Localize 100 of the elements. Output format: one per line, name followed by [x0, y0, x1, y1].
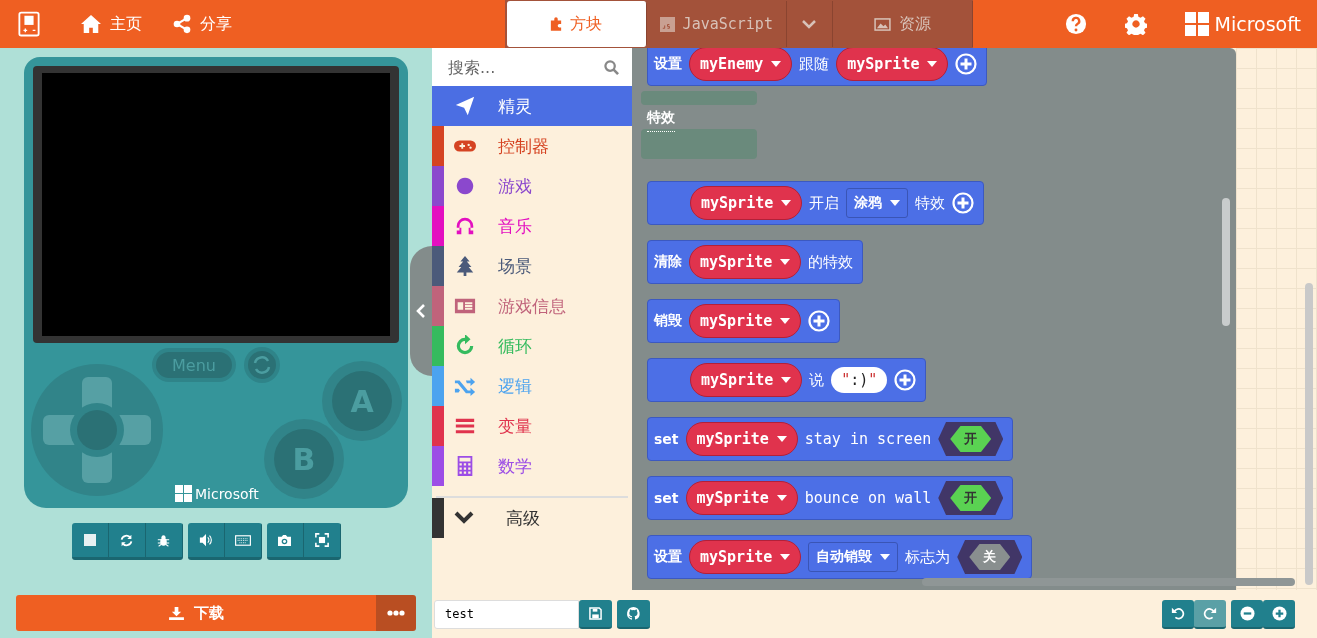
caret-icon [780, 554, 791, 560]
share-icon [172, 14, 192, 34]
brand-name: Microsoft [195, 486, 259, 502]
project-name-field[interactable]: test [434, 599, 579, 629]
block-label: 开启 [809, 193, 840, 213]
variable-dropdown[interactable]: mySprite [836, 48, 949, 81]
code-block[interactable]: 清除 mySprite 的特效 [647, 240, 864, 284]
code-block[interactable]: mySprite 开启 涂鸦 特效 [647, 181, 985, 225]
more-icon [387, 610, 405, 616]
block-label: 特效 [915, 193, 946, 213]
category-item[interactable]: 精灵 [432, 86, 632, 126]
code-block[interactable]: set mySprite stay in screen 开 [647, 417, 1014, 461]
scrollbar-thumb[interactable] [1222, 198, 1230, 326]
variable-dropdown[interactable]: mySprite [689, 540, 802, 574]
add-icon[interactable] [952, 192, 975, 214]
variable-dropdown[interactable]: mySprite [685, 481, 798, 515]
caret-icon [771, 61, 782, 67]
block-label: stay in screen [804, 430, 932, 448]
headphones-icon [454, 215, 476, 237]
block-label: 说 [809, 370, 825, 390]
stop-button[interactable] [71, 523, 109, 557]
block-label: set [654, 431, 679, 447]
block-label: 跟随 [799, 54, 830, 74]
code-block[interactable]: mySprite 说 ":)" [647, 358, 927, 402]
editor-tab[interactable]: JavaScript [646, 1, 787, 47]
variable-dropdown[interactable]: mySprite [685, 422, 798, 456]
toggle-switch[interactable]: 关 [957, 540, 1023, 574]
github-icon [626, 605, 641, 621]
fullscreen-button[interactable] [303, 523, 341, 557]
restart-button[interactable] [244, 347, 280, 383]
save-button[interactable] [579, 599, 612, 629]
variable-dropdown[interactable]: myEnemy [689, 48, 793, 81]
image-icon [873, 17, 891, 31]
nav-link[interactable]: 主页 [80, 13, 142, 35]
undo-button[interactable] [1162, 599, 1194, 629]
scrollbar-thumb[interactable] [922, 578, 1295, 586]
keyboard-icon [234, 534, 251, 546]
add-icon[interactable] [894, 369, 917, 391]
block-label: 设置 [654, 548, 682, 566]
caret-icon [780, 318, 791, 324]
search-field[interactable]: 搜索... [432, 48, 632, 86]
plane-icon [454, 95, 476, 117]
section-heading: 特效 [647, 109, 675, 132]
collapse-handle[interactable] [410, 246, 432, 376]
caret-icon [880, 554, 891, 560]
caret-icon [776, 436, 787, 442]
more-button[interactable] [376, 595, 416, 631]
plus-circle-icon [1271, 605, 1287, 621]
caret-icon [927, 61, 938, 67]
windows-logo-icon [175, 485, 192, 502]
toggle-switch[interactable]: 开 [938, 422, 1004, 456]
caret-icon [781, 200, 792, 206]
redo-button[interactable] [1194, 599, 1226, 629]
restart-button[interactable] [108, 523, 146, 557]
variable-dropdown[interactable]: mySprite [689, 304, 802, 338]
add-icon[interactable] [955, 53, 978, 75]
zoom-out-button[interactable] [1231, 599, 1263, 629]
toggle-switch[interactable]: 开 [938, 481, 1004, 515]
fullscreen-icon [314, 533, 329, 547]
editor-tab[interactable]: 方块 [506, 1, 647, 47]
scrollbar-thumb[interactable] [1305, 283, 1313, 585]
block-label: 清除 [654, 253, 682, 271]
download-icon [168, 606, 184, 620]
help-icon[interactable] [1064, 13, 1087, 35]
variable-dropdown[interactable]: mySprite [689, 245, 802, 279]
option-dropdown[interactable]: 自动销毁 [808, 542, 899, 572]
zoom-in-button[interactable] [1263, 599, 1295, 629]
code-block[interactable]: set mySprite bounce on wall 开 [647, 476, 1014, 520]
github-button[interactable] [617, 599, 650, 629]
block-label: 销毁 [654, 312, 682, 330]
refresh-icon [454, 335, 476, 357]
mute-button[interactable] [187, 523, 225, 557]
variable-dropdown[interactable]: mySprite [690, 186, 803, 220]
chevron-down-icon [802, 19, 817, 29]
undo-icon [1171, 606, 1185, 620]
code-block[interactable]: 销毁 mySprite [647, 299, 841, 343]
logo-icon[interactable] [18, 11, 40, 37]
screenshot-button[interactable] [266, 523, 304, 557]
puzzle-icon [550, 17, 563, 31]
variable-dropdown[interactable]: mySprite [690, 363, 803, 397]
minus-circle-icon [1239, 605, 1255, 621]
speaker-icon [198, 533, 213, 547]
block-label: 标志为 [905, 547, 951, 567]
home-icon [80, 14, 102, 34]
text-input[interactable]: ":)" [831, 367, 888, 393]
code-block[interactable]: 设置 myEnemy 跟随 mySprite [647, 48, 988, 86]
redo-icon [1203, 606, 1217, 620]
debug-button[interactable] [145, 523, 183, 557]
keyboard-button[interactable] [224, 523, 262, 557]
windows-logo-icon [1184, 12, 1209, 36]
editor-tab[interactable]: 资源 [832, 1, 973, 47]
refresh-icon [120, 533, 133, 547]
code-block[interactable]: 设置 mySprite 自动销毁 标志为 关 [647, 535, 1033, 579]
download-button[interactable]: 下载 [16, 595, 376, 631]
option-dropdown[interactable]: 涂鸦 [846, 188, 909, 218]
block-label: 设置 [654, 55, 682, 73]
caret-icon [780, 259, 791, 265]
nav-link[interactable]: 分享 [172, 13, 232, 35]
settings-icon[interactable] [1124, 13, 1147, 35]
add-icon[interactable] [808, 310, 831, 332]
